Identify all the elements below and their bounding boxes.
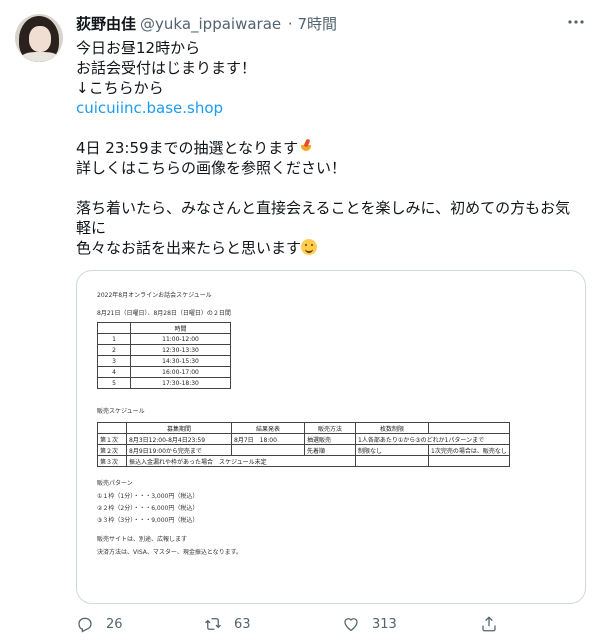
pattern-3: ③３枠（3分）・・・9,000円（税込） [97, 517, 199, 524]
talk-text: 色々なお話を出来たらと思います [76, 239, 302, 257]
doc-title: 2022年8月オンラインお話会スケジュール [97, 292, 212, 299]
text-line-3: ↓こちらから [76, 79, 164, 97]
text-line-1: 今日お昼12時から [76, 39, 201, 57]
attached-image[interactable]: 2022年8月オンラインお話会スケジュール 8月21日（日曜日）、8月28日（日… [76, 270, 586, 604]
heart-icon [344, 618, 358, 632]
sales-row: 第３次 振込入金漏れや枠があった場合 スケジュール未定 [97, 455, 510, 467]
more-options-icon[interactable] [566, 13, 586, 33]
note-sales-site: 販売サイトは、別途、広報します [97, 536, 188, 543]
calm-text-b: 軽に [76, 219, 107, 237]
retweet-button[interactable]: 63 [204, 612, 251, 636]
slot-row: 5 17:30-18:30 [97, 377, 231, 389]
deadline-text: 4日 23:59までの抽選となります [76, 139, 299, 157]
smiling-face-icon [301, 239, 318, 255]
retweet-icon [205, 618, 221, 630]
avatar-face [29, 26, 51, 52]
slot-row: 3 14:30-15:30 [97, 355, 231, 367]
share-button[interactable] [480, 612, 498, 636]
reply-icon [78, 617, 92, 633]
sales-row: 第２次 8月9日19:00から完売まで 先着順 制限なし 1次完売の場合は、販売… [97, 444, 510, 456]
calm-text-a: 落ち着いたら、みなさんと直接会えることを楽しみに、初めての方もお気 [76, 199, 571, 217]
time-slot-table: 時間 1 11:00-12:00 2 12:30-13:30 3 14:30-15:3… [97, 322, 231, 389]
tweet-actions: 26 63 313 [76, 612, 586, 636]
slot-row: 4 16:00-17:00 [97, 366, 231, 378]
like-count: 313 [372, 616, 397, 632]
text-line-2: お話会受付はじまります！ [76, 59, 257, 77]
slot-row: 1 11:00-12:00 [97, 333, 231, 345]
tropical-drink-icon [298, 139, 314, 155]
like-button[interactable]: 313 [342, 612, 397, 636]
reply-count: 26 [106, 616, 123, 632]
pattern-1: ①１枠（1分）・・・3,000円（税込） [97, 493, 199, 500]
doc-dates: 8月21日（日曜日）、8月28日（日曜日）の２日間 [97, 310, 231, 317]
pattern-2: ②２枠（2分）・・・6,000円（税込） [97, 505, 199, 512]
tweet: 荻野由佳 @yuka_ippaiwarae · 7時間 今日お昼12時から お話会… [0, 0, 602, 643]
sales-table: 募集期間 結果発表 販売方法 枚数制限 第１次 8月3日12:00-8月4日23… [97, 422, 510, 467]
note-payment: 決済方法は、VISA、マスター、現金振込となります。 [97, 549, 243, 556]
tweet-text: 今日お昼12時から お話会受付はじまります！ ↓こちらから cuicuiinc.… [76, 38, 586, 258]
shop-link[interactable]: cuicuiinc.base.shop [76, 99, 223, 117]
details-text: 詳しくはこちらの画像を参照ください！ [76, 159, 347, 177]
retweet-count: 63 [234, 616, 251, 632]
patterns-label: 販売パターン [97, 480, 133, 487]
sales-row: 第１次 8月3日12:00-8月4日23:59 8月7日 18:00 抽選販売 … [97, 433, 510, 445]
display-name[interactable]: 荻野由佳 [76, 15, 136, 33]
schedule-document: 2022年8月オンラインお話会スケジュール 8月21日（日曜日）、8月28日（日… [77, 271, 585, 603]
avatar-shirt [21, 52, 59, 62]
timestamp[interactable]: · 7時間 [288, 15, 337, 33]
slot-row: 2 12:30-13:30 [97, 344, 231, 356]
tweet-header: 荻野由佳 @yuka_ippaiwarae · 7時間 [76, 14, 337, 34]
avatar[interactable] [15, 14, 63, 62]
user-handle[interactable]: @yuka_ippaiwarae [140, 15, 281, 33]
reply-button[interactable]: 26 [76, 612, 123, 636]
sales-schedule-label: 販売スケジュール [97, 408, 145, 415]
share-icon [482, 616, 496, 632]
time-header: 時間 [130, 322, 231, 334]
